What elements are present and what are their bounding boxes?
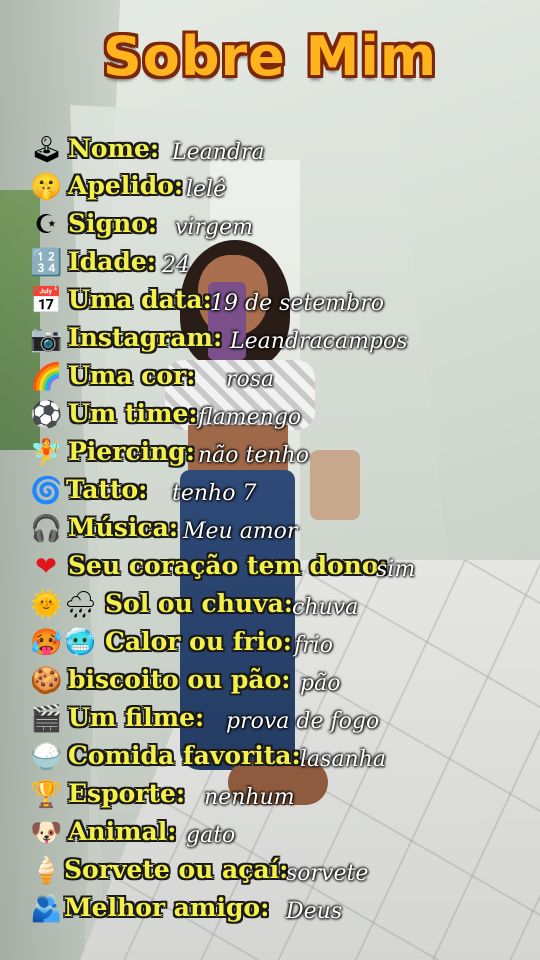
item-value: virgem — [175, 215, 253, 240]
item-value: 24 — [162, 253, 190, 278]
soccer-ball-icon: ⚽ — [30, 400, 63, 430]
item-value: chuva — [292, 595, 359, 620]
item-label: Calor ou frio: — [105, 627, 293, 656]
item-label: Animal: — [68, 817, 177, 846]
rain-cloud-icon: 🌧 — [64, 590, 98, 620]
item-label: Um filme: — [68, 703, 205, 732]
item-value: 19 de setembro — [210, 291, 384, 316]
item-value: sorvete — [286, 861, 369, 886]
numbers-1234-icon: 🔢 — [30, 248, 63, 278]
item-label: Sol ou chuva: — [105, 589, 294, 618]
item-label: Instagram: — [68, 323, 223, 352]
item-label: Um time: — [68, 399, 198, 428]
item-value: pão — [300, 671, 341, 696]
page-title: Sobre Mim — [102, 25, 438, 88]
trophy-icon: 🏆 — [30, 780, 63, 810]
rice-bowl-icon: 🍚 — [30, 742, 63, 772]
hugging-people-icon: 🫂 — [30, 894, 63, 924]
item-value: sim — [376, 557, 416, 582]
rainbow-icon: 🌈 — [30, 362, 63, 392]
item-label: Tatto: — [66, 475, 148, 504]
item-value: lelê — [186, 177, 227, 202]
camera-icon: 📷 — [30, 324, 63, 354]
item-value: tenho 7 — [172, 481, 257, 506]
item-label: Nome: — [68, 134, 160, 163]
ice-cream-icon: 🍦 — [30, 856, 63, 886]
item-value: Meu amor — [183, 519, 298, 544]
item-value: Leandracampos — [230, 329, 408, 354]
item-value: Deus — [286, 899, 343, 924]
joystick-icon: 🕹 — [30, 135, 64, 165]
item-label: Uma data: — [68, 285, 212, 314]
fairy-icon: 🧚 — [30, 438, 63, 468]
item-value: gato — [186, 823, 236, 848]
dog-face-icon: 🐶 — [30, 818, 63, 848]
item-label: Idade: — [68, 247, 156, 276]
headphones-icon: 🎧 — [30, 514, 63, 544]
item-label: Música: — [68, 513, 179, 542]
cyclone-icon: 🌀 — [30, 476, 63, 506]
hot-face-icon: 🥵 — [30, 628, 63, 658]
item-value: nenhum — [204, 785, 295, 810]
item-label: Apelido: — [68, 171, 184, 200]
red-heart-icon: ❤ — [35, 552, 57, 582]
item-label: Melhor amigo: — [64, 893, 270, 922]
item-label: Seu coração tem dono: — [68, 551, 388, 580]
calendar-icon: 📅 — [30, 286, 63, 316]
item-label: Uma cor: — [68, 361, 196, 390]
clapper-board-icon: 🎬 — [30, 704, 63, 734]
star-and-crescent-icon: ☪ — [34, 210, 58, 240]
handbag — [310, 450, 360, 520]
cold-face-icon: 🥶 — [64, 628, 97, 658]
cookie-icon: 🍪 — [30, 666, 63, 696]
item-label: Comida favorita: — [68, 741, 301, 770]
item-label: Signo: — [68, 209, 158, 238]
item-label: Piercing: — [68, 437, 195, 466]
item-value: não tenho — [198, 443, 309, 468]
shushing-face-icon: 🤫 — [30, 172, 63, 202]
item-label: biscoito ou pão: — [68, 665, 291, 694]
item-label: Esporte: — [68, 779, 186, 808]
item-value: flamengo — [198, 405, 302, 430]
item-value: rosa — [226, 367, 275, 392]
item-label: Sorvete ou açaí: — [64, 855, 289, 884]
item-value: Leandra — [172, 140, 265, 165]
item-value: frio — [294, 633, 333, 658]
item-value: prova de fogo — [226, 709, 380, 734]
sun-icon: 🌞 — [30, 590, 63, 620]
item-value: lasanha — [300, 747, 387, 772]
